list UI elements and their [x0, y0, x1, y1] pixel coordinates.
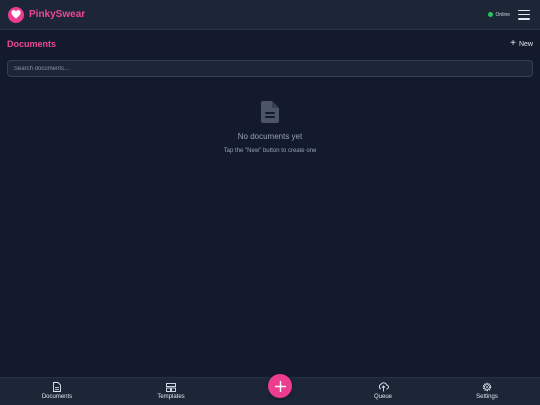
- nav-label-templates: Templates: [157, 394, 185, 400]
- empty-state-subtitle: Tap the "New" button to create one: [223, 148, 317, 154]
- nav-item-settings[interactable]: Settings: [457, 382, 517, 400]
- nav-label-documents: Documents: [41, 394, 73, 400]
- plus-icon: +: [510, 37, 516, 49]
- document-icon: [53, 382, 61, 392]
- heart-logo-icon: [8, 6, 24, 23]
- nav-item-templates[interactable]: Templates: [141, 382, 201, 400]
- templates-icon: [166, 382, 176, 392]
- add-document-fab[interactable]: [268, 374, 292, 398]
- nav-label-settings: Settings: [476, 394, 498, 400]
- status-dot-icon: [487, 12, 493, 17]
- page-header: Documents + New: [7, 37, 533, 51]
- search-input[interactable]: [7, 60, 533, 77]
- page-title: Documents: [7, 39, 57, 49]
- empty-state-title: No documents yet: [237, 132, 303, 141]
- nav-label-queue: Queue: [373, 394, 392, 400]
- app-name: PinkySwear: [29, 9, 86, 20]
- nav-item-queue[interactable]: Queue: [353, 382, 413, 400]
- connection-status: Online: [487, 11, 510, 18]
- status-label: Online: [495, 11, 510, 18]
- new-document-button[interactable]: + New: [510, 37, 533, 49]
- hamburger-menu-icon[interactable]: [518, 9, 530, 20]
- top-bar: PinkySwear Online: [0, 0, 540, 30]
- app-root: PinkySwear Online Documents + New No doc…: [0, 0, 540, 405]
- new-button-label: New: [518, 40, 533, 48]
- plus-icon: [274, 380, 286, 392]
- document-icon: [261, 101, 279, 123]
- gear-icon: [482, 382, 492, 392]
- empty-state: No documents yet Tap the "New" button to…: [0, 101, 540, 154]
- nav-item-documents[interactable]: Documents: [27, 382, 87, 400]
- cloud-upload-icon: [378, 382, 389, 392]
